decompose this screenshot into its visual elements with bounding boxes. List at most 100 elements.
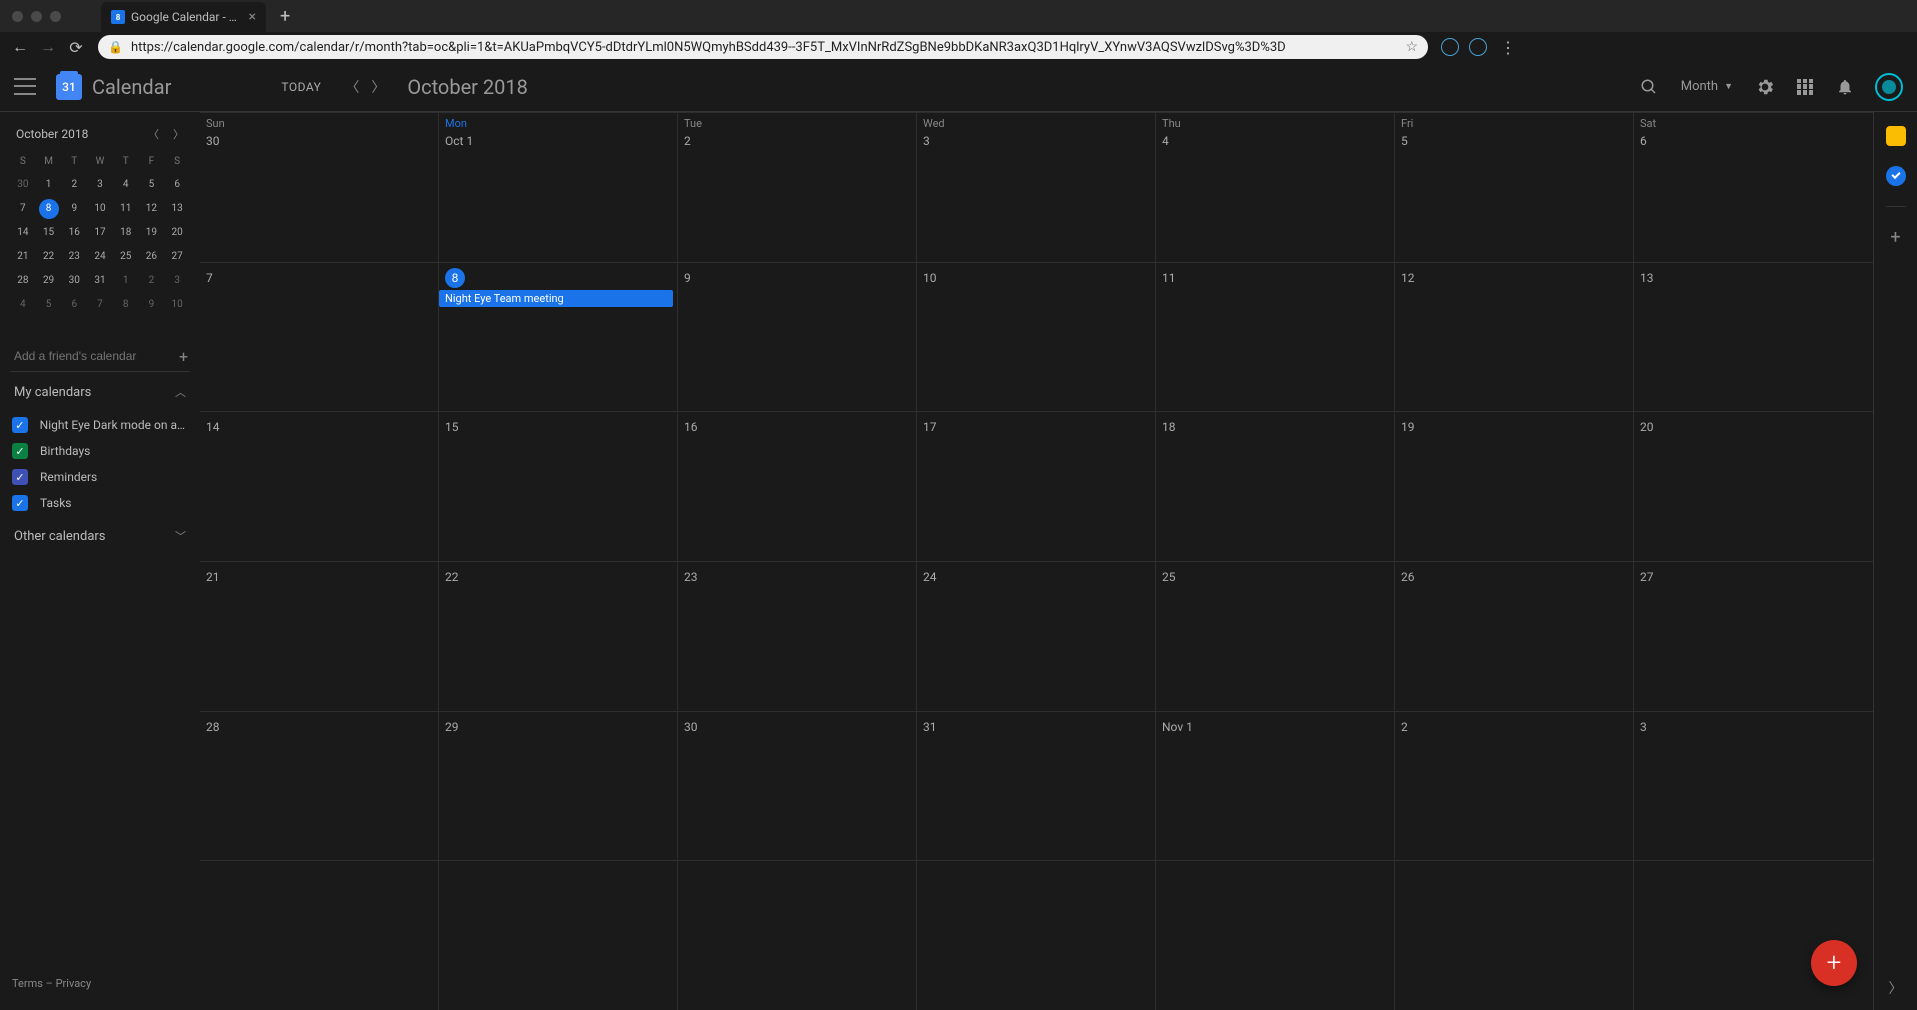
day-cell[interactable]: 8Night Eye Team meeting xyxy=(439,262,678,412)
day-cell[interactable]: 24 xyxy=(917,561,1156,711)
collapse-panel-button[interactable]: 〉 xyxy=(1889,978,1903,998)
privacy-link[interactable]: Privacy xyxy=(56,977,92,990)
day-cell[interactable]: 13 xyxy=(1634,262,1873,412)
my-calendars-toggle[interactable]: My calendars ︿ xyxy=(10,372,190,412)
mini-day-cell[interactable]: 30 xyxy=(64,271,84,291)
calendar-checkbox[interactable]: ✓ xyxy=(12,443,28,459)
mini-day-cell[interactable]: 11 xyxy=(116,199,136,219)
day-cell[interactable] xyxy=(200,860,439,1010)
day-cell[interactable]: 27 xyxy=(1634,561,1873,711)
mini-day-cell[interactable]: 1 xyxy=(39,175,59,195)
day-cell[interactable]: Tue2 xyxy=(678,112,917,262)
mini-day-cell[interactable]: 26 xyxy=(141,247,161,267)
notifications-button[interactable] xyxy=(1827,69,1863,105)
today-button[interactable]: TODAY xyxy=(271,74,331,100)
day-cell[interactable]: 14 xyxy=(200,411,439,561)
calendar-item[interactable]: ✓Tasks xyxy=(12,490,190,516)
tab-close-icon[interactable]: × xyxy=(249,9,256,25)
calendar-item[interactable]: ✓Night Eye Dark mode on an... xyxy=(12,412,190,438)
mini-day-cell[interactable]: 10 xyxy=(167,295,187,315)
mini-day-cell[interactable]: 12 xyxy=(141,199,161,219)
mini-day-cell[interactable]: 31 xyxy=(90,271,110,291)
add-friend-button[interactable]: + xyxy=(173,347,194,366)
day-cell[interactable]: 10 xyxy=(917,262,1156,412)
mini-day-cell[interactable]: 25 xyxy=(116,247,136,267)
bookmark-star-icon[interactable]: ☆ xyxy=(1405,39,1418,55)
mini-day-cell[interactable]: 5 xyxy=(39,295,59,315)
calendar-checkbox[interactable]: ✓ xyxy=(12,495,28,511)
mini-day-cell[interactable]: 7 xyxy=(13,199,33,219)
settings-button[interactable] xyxy=(1747,69,1783,105)
day-cell[interactable] xyxy=(1395,860,1634,1010)
browser-menu-icon[interactable]: ⋮ xyxy=(1494,38,1522,57)
day-cell[interactable] xyxy=(1156,860,1395,1010)
mini-day-cell[interactable]: 24 xyxy=(90,247,110,267)
day-cell[interactable] xyxy=(678,860,917,1010)
day-cell[interactable]: 7 xyxy=(200,262,439,412)
mini-day-cell[interactable]: 9 xyxy=(141,295,161,315)
google-apps-button[interactable] xyxy=(1787,69,1823,105)
day-cell[interactable]: 12 xyxy=(1395,262,1634,412)
day-cell[interactable]: 9 xyxy=(678,262,917,412)
mini-prev-button[interactable]: 〈 xyxy=(148,126,159,142)
extension-icon[interactable] xyxy=(1469,38,1487,56)
day-cell[interactable]: Sat6 xyxy=(1634,112,1873,262)
addons-button[interactable]: + xyxy=(1890,227,1900,248)
mini-day-cell[interactable]: 2 xyxy=(64,175,84,195)
day-cell[interactable]: 11 xyxy=(1156,262,1395,412)
day-cell[interactable]: Sun30 xyxy=(200,112,439,262)
prev-period-button[interactable]: 〈 xyxy=(339,74,365,100)
mini-next-button[interactable]: 〉 xyxy=(173,126,184,142)
day-cell[interactable]: 17 xyxy=(917,411,1156,561)
calendar-checkbox[interactable]: ✓ xyxy=(12,469,28,485)
mini-day-cell[interactable]: 8 xyxy=(116,295,136,315)
day-cell[interactable] xyxy=(439,860,678,1010)
search-button[interactable] xyxy=(1631,69,1667,105)
mini-day-cell[interactable]: 15 xyxy=(39,223,59,243)
mini-day-cell[interactable]: 29 xyxy=(39,271,59,291)
day-cell[interactable] xyxy=(1634,860,1873,1010)
day-cell[interactable]: MonOct 1 xyxy=(439,112,678,262)
day-cell[interactable]: 28 xyxy=(200,711,439,861)
mini-day-cell[interactable]: 2 xyxy=(141,271,161,291)
mini-day-cell[interactable]: 6 xyxy=(64,295,84,315)
tasks-icon[interactable] xyxy=(1886,166,1906,186)
mini-day-cell[interactable]: 5 xyxy=(141,175,161,195)
mini-day-cell[interactable]: 21 xyxy=(13,247,33,267)
day-cell[interactable]: 3 xyxy=(1634,711,1873,861)
mini-day-cell[interactable]: 13 xyxy=(167,199,187,219)
day-cell[interactable]: 29 xyxy=(439,711,678,861)
add-friend-input[interactable] xyxy=(10,341,173,371)
mini-day-cell[interactable]: 9 xyxy=(64,199,84,219)
mini-day-cell[interactable]: 3 xyxy=(167,271,187,291)
mini-day-cell[interactable]: 27 xyxy=(167,247,187,267)
calendar-checkbox[interactable]: ✓ xyxy=(12,417,28,433)
mini-day-cell[interactable]: 8 xyxy=(39,199,59,219)
keep-icon[interactable] xyxy=(1886,126,1906,146)
day-cell[interactable]: Thu4 xyxy=(1156,112,1395,262)
calendar-item[interactable]: ✓Birthdays xyxy=(12,438,190,464)
mini-day-cell[interactable]: 7 xyxy=(90,295,110,315)
calendar-item[interactable]: ✓Reminders xyxy=(12,464,190,490)
maximize-window-icon[interactable] xyxy=(50,11,61,22)
mini-day-cell[interactable]: 6 xyxy=(167,175,187,195)
mini-day-cell[interactable]: 10 xyxy=(90,199,110,219)
mini-day-cell[interactable]: 16 xyxy=(64,223,84,243)
mini-day-cell[interactable]: 4 xyxy=(13,295,33,315)
main-menu-button[interactable] xyxy=(14,76,36,98)
account-avatar[interactable] xyxy=(1875,73,1903,101)
day-cell[interactable]: Nov 1 xyxy=(1156,711,1395,861)
reload-button[interactable]: ⟳ xyxy=(64,35,88,59)
day-cell[interactable] xyxy=(917,860,1156,1010)
day-cell[interactable]: 16 xyxy=(678,411,917,561)
mini-day-cell[interactable]: 3 xyxy=(90,175,110,195)
mini-day-cell[interactable]: 19 xyxy=(141,223,161,243)
day-cell[interactable]: 25 xyxy=(1156,561,1395,711)
back-button[interactable]: ← xyxy=(8,35,32,59)
day-cell[interactable]: 18 xyxy=(1156,411,1395,561)
day-cell[interactable]: 22 xyxy=(439,561,678,711)
mini-day-cell[interactable]: 23 xyxy=(64,247,84,267)
close-window-icon[interactable] xyxy=(12,11,23,22)
day-cell[interactable]: 31 xyxy=(917,711,1156,861)
mini-day-cell[interactable]: 17 xyxy=(90,223,110,243)
